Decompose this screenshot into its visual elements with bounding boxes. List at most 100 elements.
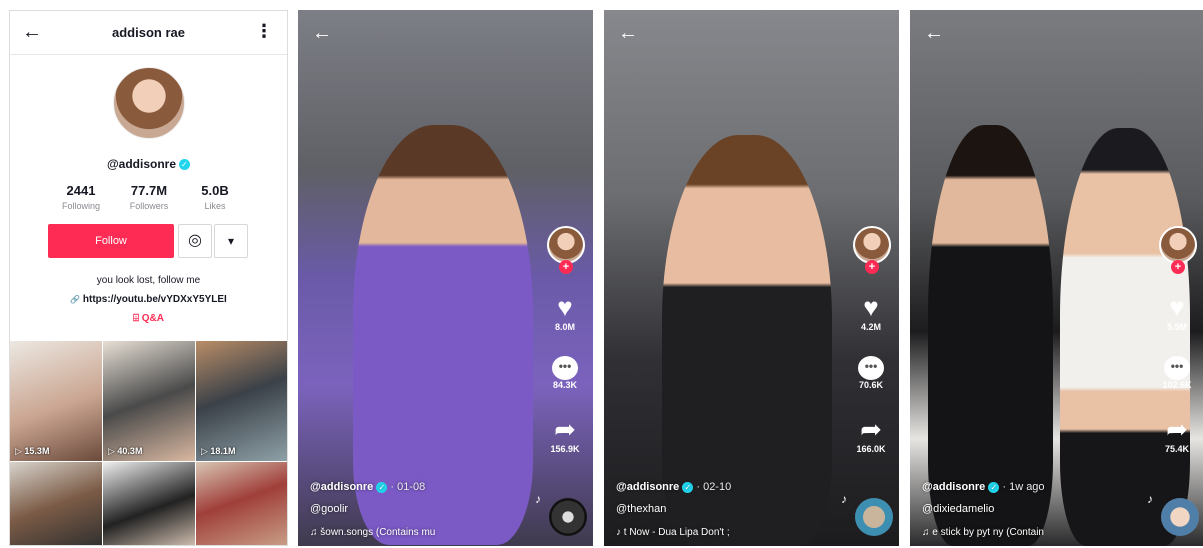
caption-user[interactable]: @addisonre ✓ · 1w ago <box>922 481 1045 493</box>
profile-bio: you look lost, follow me <box>96 275 201 286</box>
like-count: 5.5M <box>1166 322 1187 332</box>
share-count: 156.9K <box>550 444 580 454</box>
music-note-icon: ♪ <box>1147 492 1153 506</box>
thumb-views: ▷ 18.1M <box>201 446 236 456</box>
instagram-icon[interactable]: ◎ <box>178 224 212 258</box>
share-action[interactable]: ➦ 75.4K <box>1155 414 1199 454</box>
stat-following-label: Following <box>61 201 101 211</box>
creator-avatar[interactable] <box>853 226 891 264</box>
qa-icon: ⌹ <box>132 313 139 324</box>
video-thumb[interactable] <box>10 462 102 545</box>
sound-disc-icon[interactable] <box>1161 498 1199 536</box>
creator-avatar[interactable] <box>1159 226 1197 264</box>
sound-disc-icon[interactable] <box>549 498 587 536</box>
handle-text: @addisonre <box>106 157 177 171</box>
follow-button[interactable]: Follow <box>48 224 174 258</box>
verified-icon: ✓ <box>376 481 388 493</box>
like-count: 8.0M <box>554 322 575 332</box>
thumb-views: ▷ 40.3M <box>108 446 143 456</box>
follow-plus-icon[interactable]: + <box>1171 260 1185 274</box>
comment-action[interactable]: ••• 84.3K <box>543 356 587 390</box>
caption-mention[interactable]: @goolir <box>310 503 435 515</box>
stat-likes-num: 5.0B <box>201 183 229 198</box>
back-arrow-icon[interactable]: ← <box>618 22 638 45</box>
follow-plus-icon[interactable]: + <box>865 260 879 274</box>
stat-followers-num: 77.7M <box>130 183 168 198</box>
video-subject-right <box>1060 128 1190 546</box>
like-action[interactable]: ♥ 4.2M <box>849 292 893 332</box>
profile-handle: @addisonre ✓ <box>10 157 287 171</box>
profile-header: ← addison rae ⋮ <box>10 11 287 55</box>
video-thumb[interactable]: ▷ 15.3M <box>10 341 102 461</box>
caption-username: @addisonre <box>310 481 374 493</box>
profile-screen: ← addison rae ⋮ @addisonre ✓ 2441 Followi… <box>9 10 288 546</box>
share-icon: ➦ <box>1166 414 1188 444</box>
verified-icon: ✓ <box>179 159 191 171</box>
qa-label: Q&A <box>141 313 164 324</box>
caption-user[interactable]: @addisonre ✓ · 01-08 <box>310 481 435 493</box>
video-thumb[interactable]: ▷ 18.1M <box>196 341 287 461</box>
link-icon: 🔗 <box>70 295 81 304</box>
comment-action[interactable]: ••• 70.6K <box>849 356 893 390</box>
share-action[interactable]: ➦ 156.9K <box>543 414 587 454</box>
comment-icon: ••• <box>552 356 578 380</box>
thumb-views: ▷ 15.3M <box>15 446 50 456</box>
video-screen-2[interactable]: ← + ♥ 4.2M ••• 70.6K ➦ 166.0K @addisonre… <box>604 10 899 546</box>
stat-likes-label: Likes <box>204 201 226 211</box>
comment-icon: ••• <box>858 356 884 380</box>
sound-label[interactable]: ♪ t Now - Dua Lipa Don't ; <box>616 527 731 538</box>
video-caption: @addisonre ✓ · 1w ago @dixiedamelio ♫ e s… <box>922 481 1045 538</box>
caption-date: · 01-08 <box>387 481 426 493</box>
sound-disc-icon[interactable] <box>855 498 893 536</box>
share-count: 75.4K <box>1164 444 1190 454</box>
more-options-icon[interactable]: ⋮ <box>255 21 273 42</box>
like-count: 4.2M <box>860 322 881 332</box>
profile-link[interactable]: 🔗 https://youtu.be/vYDXxY5YLEI <box>10 294 287 305</box>
back-arrow-icon[interactable]: ← <box>924 22 944 45</box>
stat-followers[interactable]: 77.7M Followers <box>114 183 184 211</box>
stat-following[interactable]: 2441 Following <box>46 183 116 211</box>
caption-mention[interactable]: @dixiedamelio <box>922 503 1045 515</box>
stat-likes[interactable]: 5.0B Likes <box>180 183 250 211</box>
video-thumb[interactable]: ▷ 40.3M <box>103 341 195 461</box>
caption-username: @addisonre <box>616 481 680 493</box>
qa-button[interactable]: ⌹ Q&A <box>10 313 287 324</box>
video-grid: ▷ 15.3M ▷ 40.3M ▷ 18.1M <box>10 341 287 545</box>
like-action[interactable]: ♥ 5.5M <box>1155 292 1199 332</box>
sound-label[interactable]: ♫ e stick by pyt ny (Contain <box>922 527 1045 538</box>
dropdown-chevron-icon[interactable]: ▾ <box>214 224 248 258</box>
share-icon: ➦ <box>554 414 576 444</box>
like-action[interactable]: ♥ 8.0M <box>543 292 587 332</box>
caption-date: · 02-10 <box>693 481 732 493</box>
comment-count: 70.6K <box>858 380 884 390</box>
heart-icon: ♥ <box>557 292 573 322</box>
share-action[interactable]: ➦ 166.0K <box>849 414 893 454</box>
verified-icon: ✓ <box>682 481 694 493</box>
caption-date: · 1w ago <box>999 481 1045 493</box>
share-icon: ➦ <box>860 414 882 444</box>
share-count: 166.0K <box>856 444 886 454</box>
creator-avatar[interactable] <box>547 226 585 264</box>
back-arrow-icon[interactable]: ← <box>312 22 332 45</box>
video-thumb[interactable] <box>196 462 287 545</box>
follow-plus-icon[interactable]: + <box>559 260 573 274</box>
comment-count: 84.3K <box>552 380 578 390</box>
comment-action[interactable]: ••• 102.6K <box>1155 356 1199 390</box>
comment-icon: ••• <box>1164 356 1190 380</box>
verified-icon: ✓ <box>988 481 1000 493</box>
video-screen-3[interactable]: ← + ♥ 5.5M ••• 102.6K ➦ 75.4K @addisonre… <box>910 10 1203 546</box>
sound-label[interactable]: ♫ šown.songs (Contains mu <box>310 527 435 538</box>
video-thumb[interactable] <box>103 462 195 545</box>
heart-icon: ♥ <box>863 292 879 322</box>
link-text: https://youtu.be/vYDXxY5YLEI <box>82 294 227 305</box>
stat-followers-label: Followers <box>129 201 169 211</box>
comment-count: 102.6K <box>1162 380 1192 390</box>
heart-icon: ♥ <box>1169 292 1185 322</box>
video-caption: @addisonre ✓ · 02-10 @thexhan ♪ t Now - D… <box>616 481 731 538</box>
caption-username: @addisonre <box>922 481 986 493</box>
caption-user[interactable]: @addisonre ✓ · 02-10 <box>616 481 731 493</box>
music-note-icon: ♪ <box>535 492 541 506</box>
music-note-icon: ♪ <box>841 492 847 506</box>
caption-mention[interactable]: @thexhan <box>616 503 731 515</box>
video-screen-1[interactable]: ← + ♥ 8.0M ••• 84.3K ➦ 156.9K @addisonre… <box>298 10 593 546</box>
